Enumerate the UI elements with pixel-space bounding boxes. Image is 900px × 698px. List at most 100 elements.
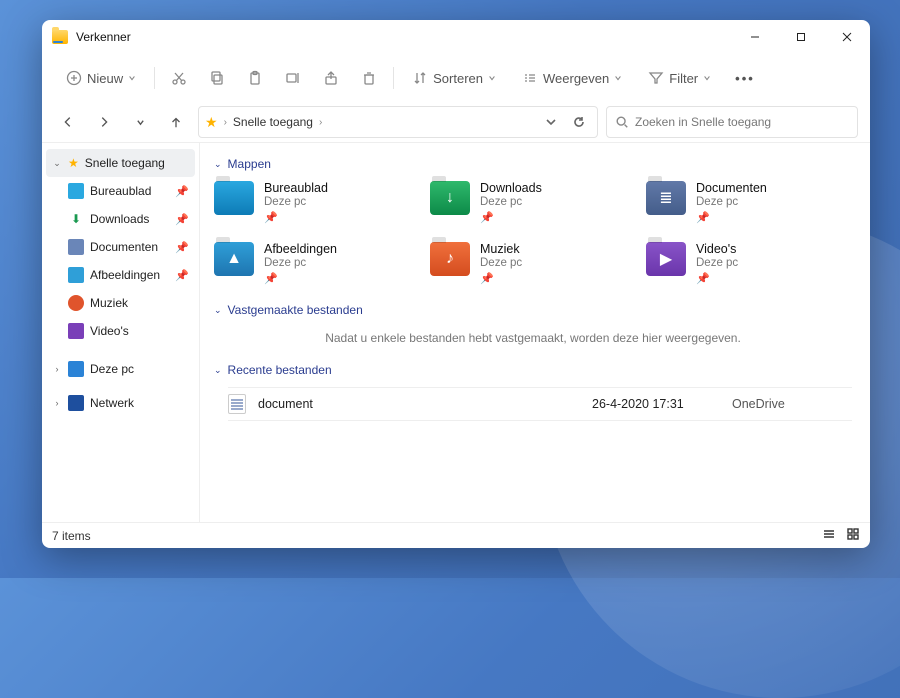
content-pane: ⌄ Mappen Bureaublad Deze pc 📌 ↓ Downlo bbox=[200, 143, 870, 522]
details-view-button[interactable] bbox=[822, 527, 836, 544]
sidebar-this-pc[interactable]: › Deze pc bbox=[46, 355, 195, 383]
recent-locations-button[interactable] bbox=[126, 108, 154, 136]
file-location: OneDrive bbox=[732, 397, 852, 411]
sidebar-item-music[interactable]: Muziek bbox=[46, 289, 195, 317]
sidebar-item-label: Video's bbox=[90, 324, 129, 338]
folders-grid: Bureaublad Deze pc 📌 ↓ Downloads Deze pc… bbox=[214, 181, 852, 285]
chevron-down-icon bbox=[703, 74, 711, 82]
folder-item[interactable]: ≣ Documenten Deze pc 📌 bbox=[646, 181, 852, 224]
folder-name: Muziek bbox=[480, 242, 522, 256]
folder-name: Downloads bbox=[480, 181, 542, 195]
sidebar-item-label: Afbeeldingen bbox=[90, 268, 160, 282]
filter-button[interactable]: Filter bbox=[638, 61, 721, 95]
pictures-icon bbox=[68, 267, 84, 283]
network-icon bbox=[68, 395, 84, 411]
download-icon: ⬇ bbox=[68, 211, 84, 227]
sidebar-label: Snelle toegang bbox=[85, 156, 165, 170]
documents-icon bbox=[68, 239, 84, 255]
sidebar-item-pictures[interactable]: Afbeeldingen 📌 bbox=[46, 261, 195, 289]
clipboard-icon bbox=[247, 70, 263, 86]
paste-button[interactable] bbox=[239, 61, 271, 95]
document-icon bbox=[228, 394, 246, 414]
folder-name: Afbeeldingen bbox=[264, 242, 337, 256]
folder-subtitle: Deze pc bbox=[264, 257, 337, 269]
folder-name: Video's bbox=[696, 242, 738, 256]
refresh-button[interactable] bbox=[567, 110, 591, 134]
section-title: Vastgemaakte bestanden bbox=[228, 303, 363, 317]
new-button[interactable]: Nieuw bbox=[56, 61, 146, 95]
star-icon: ★ bbox=[68, 156, 79, 170]
sort-button[interactable]: Sorteren bbox=[402, 61, 506, 95]
funnel-icon bbox=[648, 70, 664, 86]
sidebar-network[interactable]: › Netwerk bbox=[46, 389, 195, 417]
close-button[interactable] bbox=[824, 20, 870, 54]
share-button[interactable] bbox=[315, 61, 347, 95]
body: ⌄ ★ Snelle toegang Bureaublad 📌 ⬇ Downlo… bbox=[42, 142, 870, 522]
more-button[interactable]: ••• bbox=[727, 61, 763, 95]
pin-icon: 📌 bbox=[480, 272, 522, 285]
file-date: 26-4-2020 17:31 bbox=[592, 397, 732, 411]
cut-button[interactable] bbox=[163, 61, 195, 95]
folder-item[interactable]: ↓ Downloads Deze pc 📌 bbox=[430, 181, 636, 224]
sidebar-quick-access[interactable]: ⌄ ★ Snelle toegang bbox=[46, 149, 195, 177]
up-button[interactable] bbox=[162, 108, 190, 136]
folder-item[interactable]: ♪ Muziek Deze pc 📌 bbox=[430, 242, 636, 285]
folder-subtitle: Deze pc bbox=[696, 257, 738, 269]
search-placeholder: Zoeken in Snelle toegang bbox=[635, 115, 771, 129]
chevron-down-icon: ⌄ bbox=[52, 158, 62, 169]
rename-icon bbox=[285, 70, 301, 86]
sidebar-item-videos[interactable]: Video's bbox=[46, 317, 195, 345]
sidebar-item-downloads[interactable]: ⬇ Downloads 📌 bbox=[46, 205, 195, 233]
section-header-pinned[interactable]: ⌄ Vastgemaakte bestanden bbox=[214, 303, 852, 317]
folder-icon: ▲ bbox=[214, 242, 254, 276]
trash-icon bbox=[361, 70, 377, 86]
status-count: 7 items bbox=[52, 529, 91, 543]
delete-button[interactable] bbox=[353, 61, 385, 95]
sidebar: ⌄ ★ Snelle toegang Bureaublad 📌 ⬇ Downlo… bbox=[42, 143, 200, 522]
pin-icon: 📌 bbox=[175, 241, 189, 254]
view-label: Weergeven bbox=[543, 71, 609, 86]
pin-icon: 📌 bbox=[175, 213, 189, 226]
address-dropdown-button[interactable] bbox=[539, 110, 563, 134]
sidebar-item-label: Muziek bbox=[90, 296, 128, 310]
ellipsis-icon: ••• bbox=[735, 71, 755, 86]
copy-button[interactable] bbox=[201, 61, 233, 95]
explorer-window: Verkenner Nieuw Sorteren Weergeven bbox=[42, 20, 870, 548]
folder-subtitle: Deze pc bbox=[480, 196, 542, 208]
app-icon bbox=[52, 30, 68, 44]
file-name: document bbox=[258, 397, 592, 411]
folder-item[interactable]: Bureaublad Deze pc 📌 bbox=[214, 181, 420, 224]
section-header-recent[interactable]: ⌄ Recente bestanden bbox=[214, 363, 852, 377]
chevron-right-icon: › bbox=[319, 117, 322, 128]
folder-icon: ▶ bbox=[646, 242, 686, 276]
pin-icon: 📌 bbox=[696, 211, 767, 224]
window-title: Verkenner bbox=[76, 30, 131, 44]
minimize-button[interactable] bbox=[732, 20, 778, 54]
sidebar-item-documents[interactable]: Documenten 📌 bbox=[46, 233, 195, 261]
chevron-down-icon bbox=[488, 74, 496, 82]
folder-item[interactable]: ▶ Video's Deze pc 📌 bbox=[646, 242, 852, 285]
forward-button[interactable] bbox=[90, 108, 118, 136]
sidebar-item-desktop[interactable]: Bureaublad 📌 bbox=[46, 177, 195, 205]
search-box[interactable]: Zoeken in Snelle toegang bbox=[606, 106, 858, 138]
folder-item[interactable]: ▲ Afbeeldingen Deze pc 📌 bbox=[214, 242, 420, 285]
maximize-button[interactable] bbox=[778, 20, 824, 54]
section-header-folders[interactable]: ⌄ Mappen bbox=[214, 157, 852, 171]
sidebar-label: Netwerk bbox=[90, 396, 134, 410]
address-bar[interactable]: ★ › Snelle toegang › bbox=[198, 106, 598, 138]
back-button[interactable] bbox=[54, 108, 82, 136]
thumbnails-view-button[interactable] bbox=[846, 527, 860, 544]
section-title: Mappen bbox=[228, 157, 271, 171]
view-button[interactable]: Weergeven bbox=[512, 61, 632, 95]
recent-file-row[interactable]: document 26-4-2020 17:31 OneDrive bbox=[228, 387, 852, 421]
chevron-down-icon bbox=[614, 74, 622, 82]
address-location: Snelle toegang bbox=[233, 115, 313, 129]
pin-icon: 📌 bbox=[264, 211, 328, 224]
rename-button[interactable] bbox=[277, 61, 309, 95]
address-bar-row: ★ › Snelle toegang › Zoeken in Snelle to… bbox=[42, 102, 870, 142]
new-label: Nieuw bbox=[87, 71, 123, 86]
star-icon: ★ bbox=[205, 114, 218, 131]
desktop-icon bbox=[68, 183, 84, 199]
folder-name: Bureaublad bbox=[264, 181, 328, 195]
folder-icon: ↓ bbox=[430, 181, 470, 215]
